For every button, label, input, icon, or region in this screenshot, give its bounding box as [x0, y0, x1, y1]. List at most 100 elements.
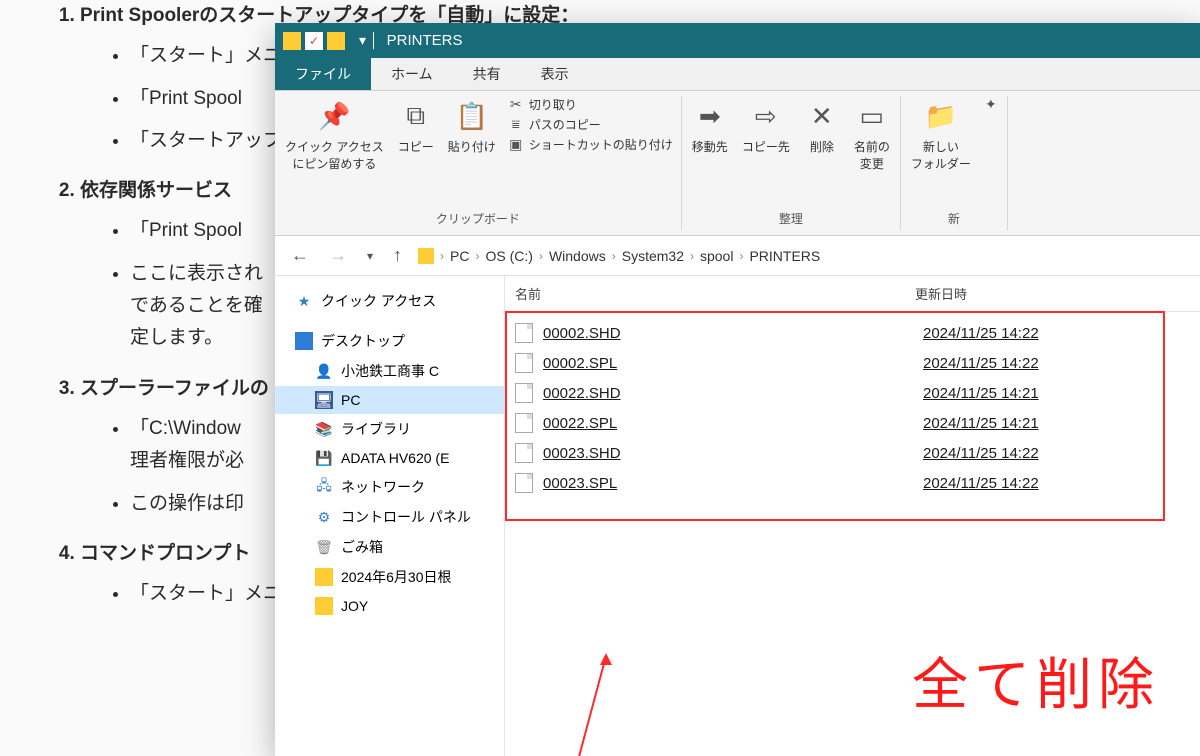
- breadcrumb-item[interactable]: PC: [450, 248, 469, 264]
- delete-button[interactable]: ✕ 削除: [802, 96, 842, 157]
- file-icon: [515, 353, 533, 373]
- address-bar: ← → ▾ ↑ › PC › OS (C:) › Windows › Syste…: [275, 236, 1200, 276]
- group-label: 整理: [779, 207, 803, 230]
- breadcrumb-item[interactable]: System32: [622, 248, 684, 264]
- desktop-icon: [295, 332, 313, 350]
- user-icon: 👤: [315, 362, 333, 380]
- tab-file[interactable]: ファイル: [275, 58, 371, 90]
- window-title: PRINTERS: [387, 32, 463, 49]
- separator: ▾ │: [359, 32, 379, 49]
- forward-button[interactable]: →: [325, 245, 351, 266]
- new-folder-button[interactable]: 📁 新しい フォルダー: [909, 96, 973, 174]
- chevron-icon: ›: [739, 249, 743, 263]
- chevron-icon: ›: [440, 249, 444, 263]
- explorer-window: ✓ ▾ │ PRINTERS ファイル ホーム 共有 表示 📌 クイック アクセ…: [275, 23, 1200, 756]
- file-icon: [515, 383, 533, 403]
- copy-button[interactable]: ⧉ コピー: [396, 96, 436, 157]
- copyto-icon: ⇨: [748, 98, 784, 134]
- file-icon: [515, 413, 533, 433]
- rename-button[interactable]: ▭ 名前の 変更: [852, 96, 892, 174]
- folder-icon: [418, 248, 434, 264]
- copy-to-button[interactable]: ⇨ コピー先: [740, 96, 792, 157]
- sidebar-item-user[interactable]: 👤小池鉄工商事 C: [275, 356, 504, 386]
- controlpanel-icon: ⚙: [315, 508, 333, 526]
- up-button[interactable]: ↑: [389, 245, 406, 266]
- sidebar-item-network[interactable]: 🖧ネットワーク: [275, 472, 504, 502]
- file-list: 00002.SHD2024/11/25 14:22 00002.SPL2024/…: [505, 312, 1200, 504]
- folder-icon: [283, 32, 301, 50]
- delete-icon: ✕: [804, 98, 840, 134]
- pin-icon: 📌: [316, 98, 352, 134]
- new-item-button[interactable]: ✦: [983, 96, 999, 112]
- breadcrumb-item[interactable]: Windows: [549, 248, 606, 264]
- library-icon: 📚: [315, 420, 333, 438]
- folder-icon: [315, 597, 333, 615]
- ribbon-tabs: ファイル ホーム 共有 表示: [275, 58, 1200, 91]
- check-icon: ✓: [305, 32, 323, 50]
- breadcrumb-item[interactable]: spool: [700, 248, 733, 264]
- file-icon: [515, 443, 533, 463]
- breadcrumb-item[interactable]: PRINTERS: [749, 248, 820, 264]
- file-row[interactable]: 00002.SPL2024/11/25 14:22: [505, 348, 1200, 378]
- recent-button[interactable]: ▾: [363, 249, 377, 263]
- sidebar-item-folder[interactable]: JOY: [275, 592, 504, 620]
- rename-icon: ▭: [854, 98, 890, 134]
- new-icon: ✦: [983, 96, 999, 112]
- chevron-icon: ›: [612, 249, 616, 263]
- ribbon: 📌 クイック アクセス にピン留めする ⧉ コピー 📋 貼り付け ✂切り取り ⩸…: [275, 91, 1200, 236]
- group-label: 新: [948, 207, 960, 230]
- file-row[interactable]: 00022.SPL2024/11/25 14:21: [505, 408, 1200, 438]
- sidebar-item-library[interactable]: 📚ライブラリ: [275, 414, 504, 444]
- copy-icon: ⧉: [398, 98, 434, 134]
- sidebar-item-quickaccess[interactable]: ★クイック アクセス: [275, 286, 504, 316]
- sidebar-item-drive[interactable]: 💾ADATA HV620 (E: [275, 444, 504, 472]
- chevron-icon: ›: [539, 249, 543, 263]
- folder-icon: [315, 568, 333, 586]
- pc-icon: 🖥: [315, 391, 333, 409]
- file-row[interactable]: 00023.SHD2024/11/25 14:22: [505, 438, 1200, 468]
- tab-view[interactable]: 表示: [521, 58, 589, 90]
- sidebar-item-folder[interactable]: 2024年6月30日根: [275, 562, 504, 592]
- moveto-icon: ➡: [692, 98, 728, 134]
- paste-button[interactable]: 📋 貼り付け: [446, 96, 498, 157]
- tab-share[interactable]: 共有: [453, 58, 521, 90]
- sidebar-item-controlpanel[interactable]: ⚙コントロール パネル: [275, 502, 504, 532]
- new-folder-icon: 📁: [923, 98, 959, 134]
- cut-button[interactable]: ✂切り取り: [508, 96, 673, 113]
- paste-shortcut-button[interactable]: ▣ショートカットの貼り付け: [508, 136, 673, 153]
- path-icon: ⩸: [508, 117, 524, 133]
- file-row[interactable]: 00002.SHD2024/11/25 14:22: [505, 318, 1200, 348]
- paste-icon: 📋: [454, 98, 490, 134]
- breadcrumb[interactable]: › PC › OS (C:) › Windows › System32 › sp…: [418, 248, 1188, 264]
- sidebar-item-recycle[interactable]: 🗑ごみ箱: [275, 532, 504, 562]
- column-date[interactable]: 更新日時: [915, 284, 1190, 303]
- titlebar[interactable]: ✓ ▾ │ PRINTERS: [275, 23, 1200, 58]
- back-button[interactable]: ←: [287, 245, 313, 266]
- move-to-button[interactable]: ➡ 移動先: [690, 96, 730, 157]
- sidebar-item-pc[interactable]: 🖥PC: [275, 386, 504, 414]
- drive-icon: 💾: [315, 449, 333, 467]
- group-label: クリップボード: [436, 207, 520, 230]
- star-icon: ★: [295, 292, 313, 310]
- sidebar-item-desktop[interactable]: デスクトップ: [275, 326, 504, 356]
- chevron-icon: ›: [475, 249, 479, 263]
- navigation-pane: ★クイック アクセス デスクトップ 👤小池鉄工商事 C 🖥PC 📚ライブラリ 💾…: [275, 276, 505, 756]
- file-icon: [515, 473, 533, 493]
- annotation-text: 全て削除: [912, 640, 1160, 721]
- chevron-icon: ›: [690, 249, 694, 263]
- shortcut-icon: ▣: [508, 137, 524, 153]
- trash-icon: 🗑: [315, 538, 333, 556]
- file-row[interactable]: 00022.SHD2024/11/25 14:21: [505, 378, 1200, 408]
- column-headers[interactable]: 名前 更新日時: [505, 276, 1200, 312]
- column-name[interactable]: 名前: [515, 284, 915, 303]
- file-pane: 名前 更新日時 00002.SHD2024/11/25 14:22 00002.…: [505, 276, 1200, 756]
- file-icon: [515, 323, 533, 343]
- tab-home[interactable]: ホーム: [371, 58, 453, 90]
- copy-path-button[interactable]: ⩸パスのコピー: [508, 116, 673, 133]
- breadcrumb-item[interactable]: OS (C:): [485, 248, 532, 264]
- scissors-icon: ✂: [508, 97, 524, 113]
- pin-button[interactable]: 📌 クイック アクセス にピン留めする: [283, 96, 386, 174]
- folder-icon: [327, 32, 345, 50]
- file-row[interactable]: 00023.SPL2024/11/25 14:22: [505, 468, 1200, 498]
- network-icon: 🖧: [315, 478, 333, 496]
